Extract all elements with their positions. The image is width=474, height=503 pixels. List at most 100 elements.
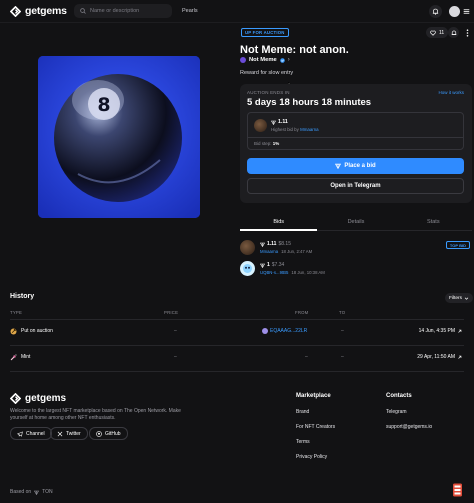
table-row: Mint – – – 29 Apr, 11:50 AM	[10, 346, 464, 370]
nft-image[interactable]: 8	[38, 56, 200, 218]
based-on-label: TON	[42, 489, 53, 495]
history-date-link[interactable]: 29 Apr, 11:50 AM	[417, 354, 462, 360]
bidder-avatar	[240, 240, 255, 255]
nft-description: Reward for slow entry	[240, 70, 294, 76]
avatar-icon[interactable]	[449, 6, 460, 17]
bid-value: 1.11	[267, 241, 277, 247]
tabs: Bids Details Stats	[240, 214, 472, 230]
bidder-link[interactable]: Mmaarna	[260, 249, 278, 254]
bid-time: 18 Jun, 2:47 AM	[281, 249, 313, 254]
footer-link-email[interactable]: support@getgems.io	[386, 424, 432, 430]
bid-list-item[interactable]: 1 $7.34 UQBN-s...9tB5 18 Jun, 10:38 AM	[240, 259, 472, 281]
bid-box-divider	[248, 137, 463, 138]
search-placeholder: Name or description	[90, 8, 140, 14]
bidder-avatar	[254, 119, 267, 132]
top-bid-badge: TOP BID	[445, 241, 470, 249]
highest-bid-box: 1.11 Highest bid by Mmaarna Bid step: 1%	[247, 112, 464, 150]
based-on-prefix: Based on	[10, 489, 32, 495]
history-type: Put on auction	[21, 328, 53, 334]
ton-icon	[260, 263, 265, 268]
nav-pearls[interactable]: Pearls	[182, 8, 198, 14]
channel-label: Channel	[26, 430, 45, 437]
tab-bids[interactable]: Bids	[240, 214, 317, 230]
auction-card: AUCTION ENDS IN How it works 5 days 18 h…	[240, 84, 472, 203]
bid-time: 18 Jun, 10:38 AM	[291, 270, 325, 275]
like-button[interactable]: 11	[426, 27, 449, 38]
like-count: 11	[439, 29, 445, 36]
table-row: Put on auction – EQAAAG...22LR – 14 Jun,…	[10, 320, 464, 344]
menu-icon[interactable]	[463, 8, 470, 15]
footer-logo[interactable]: getgems	[10, 393, 66, 404]
filters-button[interactable]: Filters	[445, 293, 474, 303]
mint-icon	[10, 354, 17, 361]
footer-contacts-title: Contacts	[386, 393, 412, 399]
ton-icon	[34, 490, 40, 495]
tab-active-indicator	[240, 229, 317, 231]
address-avatar	[262, 328, 268, 334]
search-icon	[80, 8, 86, 14]
chevron-right-icon: ›	[287, 57, 290, 63]
heart-icon	[430, 30, 436, 36]
open-telegram-button[interactable]: Open in Telegram	[247, 178, 464, 194]
footer-link-creators[interactable]: For NFT Creators	[296, 424, 335, 430]
header-divider	[0, 22, 474, 23]
bid-fiat: $7.34	[271, 262, 285, 268]
highest-bid-by: Highest bid by Mmaarna	[271, 127, 319, 132]
auction-ends-label: AUCTION ENDS IN	[247, 90, 290, 95]
footer-description: Welcome to the largest NFT marketplace b…	[10, 408, 181, 421]
history-date: 14 Jun, 4:35 PM	[418, 328, 455, 334]
history-date-link[interactable]: 14 Jun, 4:35 PM	[419, 328, 462, 334]
bid-step-value: 1%	[272, 141, 280, 146]
bid-meta: UQBN-s...9tB5 18 Jun, 10:38 AM	[260, 270, 325, 275]
twitter-icon	[57, 431, 63, 437]
history-from: –	[305, 354, 308, 360]
footer-link-terms[interactable]: Terms	[296, 439, 310, 445]
footer-link-privacy[interactable]: Privacy Policy	[296, 454, 327, 460]
channel-link[interactable]: Channel	[10, 427, 52, 440]
auction-icon	[10, 328, 17, 335]
svg-text:8: 8	[97, 94, 110, 116]
history-to: –	[341, 354, 344, 360]
getgems-logo-icon	[10, 393, 21, 404]
collection-link[interactable]: Not Meme ›	[240, 57, 290, 63]
highest-bidder-link[interactable]: Mmaarna	[300, 127, 319, 132]
history-type: Mint	[21, 354, 31, 360]
how-it-works-link[interactable]: How it works	[438, 90, 464, 95]
place-bid-button[interactable]: Place a bid	[247, 158, 464, 174]
highest-by-prefix: Highest bid by	[271, 127, 299, 132]
footer-link-brand[interactable]: Brand	[296, 409, 309, 415]
floating-app-icon[interactable]	[452, 483, 463, 497]
bid-fiat: $8.15	[278, 241, 291, 247]
github-link[interactable]: GitHub	[89, 427, 128, 440]
bidder-link[interactable]: UQBN-s...9tB5	[260, 270, 288, 275]
search-input[interactable]: Name or description	[74, 4, 172, 18]
based-on-ton[interactable]: Based on TON	[10, 489, 53, 495]
table-divider	[10, 371, 464, 372]
more-button[interactable]	[462, 27, 473, 38]
bid-amount: 1.11 $8.15	[260, 241, 291, 247]
more-icon	[466, 28, 469, 37]
twitter-label: Twitter	[66, 430, 81, 437]
notify-button[interactable]	[448, 27, 459, 38]
history-from-link[interactable]: EQAAAG...22LR	[262, 328, 307, 334]
logo-text: getgems	[25, 5, 67, 17]
history-date: 29 Apr, 11:50 AM	[417, 354, 455, 360]
auction-countdown: 5 days 18 hours 18 minutes	[247, 97, 372, 108]
notifications-button[interactable]	[429, 5, 442, 18]
column-header-from: FROM	[295, 310, 309, 315]
ton-icon	[335, 163, 342, 169]
footer-logo-text: getgems	[25, 393, 67, 404]
bid-list-item[interactable]: 1.11 $8.15 Mmaarna 18 Jun, 2:47 AM TOP B…	[240, 238, 472, 260]
footer-marketplace-title: Marketplace	[296, 393, 331, 399]
bid-amount: 1 $7.34	[260, 262, 284, 268]
header-logo[interactable]: getgems	[10, 5, 67, 17]
history-to: –	[341, 328, 344, 334]
twitter-link[interactable]: Twitter	[50, 427, 88, 440]
bell-icon	[432, 8, 439, 15]
footer-link-telegram[interactable]: Telegram	[386, 409, 407, 415]
github-icon	[96, 430, 102, 437]
tab-details[interactable]: Details	[317, 214, 394, 230]
github-label: GitHub	[105, 430, 121, 437]
tab-stats[interactable]: Stats	[395, 214, 472, 230]
nft-title: Not Meme: not anon.	[240, 44, 349, 56]
